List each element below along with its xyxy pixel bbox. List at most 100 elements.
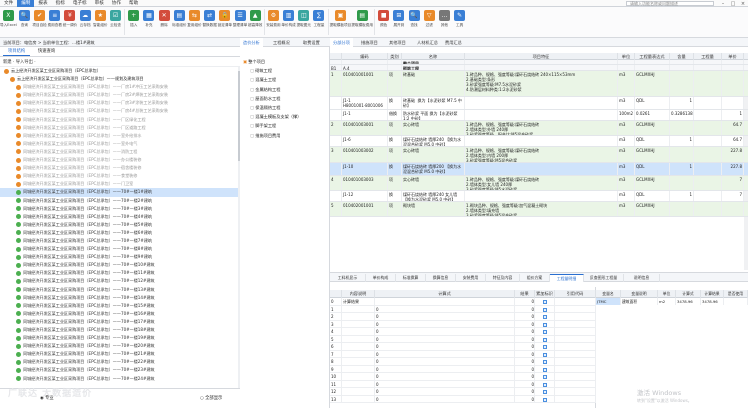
tree-node[interactable]: 同城经济开发区某工业区采购项目（EPC总承包）——门卫室 <box>0 180 238 188</box>
tree-node[interactable]: 同城经济开发区某工业区采购项目（EPC总承包）——70#一楼20#建筑 <box>0 342 238 350</box>
calc-row[interactable]: 3 00 <box>330 320 596 328</box>
tree-node[interactable]: 同城经济开发区某工业区采购项目（EPC总承包）——70#一楼19#建筑 <box>0 334 238 342</box>
calc-cell-formula[interactable]: 0 <box>375 380 515 388</box>
tree-node[interactable]: 同城经济开发区某工业区采购项目（EPC总承包）——厂区道路工程 <box>0 124 238 132</box>
ribbon-button-adjust-price[interactable]: ¥ 统一调价 <box>62 7 77 37</box>
ribbon-button-reuse-price[interactable]: ⇆ 复用组价 <box>187 7 202 37</box>
calc-cell-formula[interactable]: 0 <box>375 350 515 358</box>
calc-cell-desc[interactable] <box>342 373 375 381</box>
tab-quick-query[interactable]: 快速查询 <box>33 48 60 56</box>
ribbon-button-filter[interactable]: ▽ 过滤 <box>422 7 437 37</box>
grid-row[interactable]: J1-1 H8001001·8001006 换砖基础 换为【水泥砂浆 M7.5 中… <box>330 97 748 110</box>
tree-node[interactable]: 同城经济开发区某工业区采购项目（EPC总承包）——70#一楼5#建筑 <box>0 221 238 229</box>
accumulate-checkbox[interactable] <box>535 388 555 396</box>
tree-node[interactable]: 同城经济开发区某工业区采购项目（EPC总承包）——室外电气 <box>0 140 238 148</box>
menu-item[interactable]: 编制 <box>17 0 35 7</box>
accumulate-checkbox[interactable] <box>535 298 555 306</box>
calc-cell-desc[interactable] <box>342 350 375 358</box>
tree-node[interactable]: 同城经济开发区某工业区采购项目（EPC总承包）——70#一楼4#建筑 <box>0 213 238 221</box>
tree-node[interactable]: 同城经济开发区某工业区采购项目（EPC总承包）——70#一楼8#建筑 <box>0 245 238 253</box>
section-item[interactable]: ▢ 措施项目费用 <box>240 131 329 140</box>
calc-row[interactable]: 0 计算结果 0 <box>330 298 596 306</box>
grid-row[interactable]: J1-12 换煤矸石烧结砖 墙厚240 女儿墙 【换为水泥砂浆 M5.0 中砂】 m… <box>330 191 748 202</box>
accumulate-checkbox[interactable] <box>535 395 555 403</box>
section-item[interactable]: ▢ 砌筑工程 <box>240 66 329 75</box>
checkbox-icon[interactable] <box>543 360 547 364</box>
checkbox-icon[interactable] <box>543 337 547 342</box>
menu-item[interactable]: 报表 <box>34 0 51 7</box>
checkbox-icon[interactable] <box>543 330 547 334</box>
radio-show-all[interactable]: ○ 全部显示 <box>200 395 222 401</box>
grid-cell-expr[interactable]: GCLMXHJ <box>635 147 670 162</box>
ribbon-button-check[interactable]: ✔ 项目自检 <box>32 7 47 37</box>
ribbon-button-expand[interactable]: ⊞ 展开到 <box>391 7 406 37</box>
tree-node[interactable]: 同城经济开发区某工业区采购项目（EPC总承包）——宿舍楼装修 <box>0 164 238 172</box>
tree-node[interactable]: 同城经济开发区某工业区采购项目（EPC总承包）——厂房3#涂装工艺采购安装 <box>0 99 238 107</box>
ribbon-button-template-fee[interactable]: ▤ 提取模板费用 <box>351 7 373 37</box>
tree-node[interactable]: 同城经济开发区某工业区采购项目（EPC总承包）——70#一楼2#建筑 <box>0 197 238 205</box>
calc-cell-formula[interactable]: 0 <box>375 358 515 366</box>
accumulate-checkbox[interactable] <box>535 320 555 328</box>
grid-cell-expr[interactable]: QDL <box>635 136 670 146</box>
tree-node[interactable]: 同城经济开发区某工业区采购项目（EPC总承包）——厂房2#焊装工艺采购安装 <box>0 91 238 99</box>
grid-cell-name[interactable]: 砖基础 <box>402 71 465 96</box>
grid-row[interactable]: 3 010401003002 项实心砖墙 1.砖品种、规格、强度等级:煤矸石烧结砖 2… <box>330 147 748 163</box>
tree-node[interactable]: 同城经济开发区某工业区采购项目（EPC总承包）——消防工程 <box>0 148 238 156</box>
ribbon-button-extract[interactable]: ◫ 提取图元 <box>296 7 311 37</box>
tree-node[interactable]: 同城经济开发区某工业区采购项目（EPC总承包）——70#一楼13#建筑 <box>0 286 238 294</box>
grid-row[interactable]: 4 010401003003 项实心砖墙 1.砖品种、规格、强度等级:煤矸石烧结砖 2… <box>330 176 748 191</box>
grid-cell-name[interactable]: 煤矸石烧结砖 墙厚200 【换为水泥混合砂浆 M5.0 中砂】 <box>402 163 465 175</box>
tree-node[interactable]: 同城经济开发区某工业区采购项目（EPC总承包）——厂房4#总装工艺采购安装 <box>0 107 238 115</box>
grid-cell-expr[interactable] <box>635 60 670 64</box>
tree-node[interactable]: 同城经济开发区某工业区采购项目（EPC总承包）——70#一楼21#建筑 <box>0 350 238 358</box>
ribbon-button-high-rise[interactable]: ▲ 超高降效 <box>248 7 263 37</box>
grid-row[interactable]: J1-6 换煤矸石烧结砖 墙厚240 【换为水泥混合砂浆 M5.0 中砂】 m3 QD… <box>330 136 748 147</box>
checkbox-icon[interactable] <box>543 397 547 402</box>
grid-cell-expr[interactable]: GCLMXHJ <box>635 121 670 135</box>
calc-cell-formula[interactable]: 0 <box>375 305 515 313</box>
tab-bottom-3[interactable]: 换算信息 <box>426 274 456 282</box>
ribbon-button-unit-price[interactable]: ▥ 单价构成 <box>281 7 296 37</box>
tree-node[interactable]: 同城经济开发区某工业区采购项目（EPC总承包）——70#一楼17#建筑 <box>0 318 238 326</box>
accumulate-checkbox[interactable] <box>535 365 555 373</box>
ribbon-button-cloud-check[interactable]: ☑ 云检查 <box>108 7 123 37</box>
tab-mid-2[interactable]: 取费设置 <box>300 38 323 47</box>
ribbon-button-more[interactable]: … 其他 <box>437 7 452 37</box>
grid-cell-name[interactable]: 煤矸石烧结砖 墙厚240 【换为水泥混合砂浆 M5.0 中砂】 <box>402 136 465 146</box>
grid-cell-expr[interactable]: QDL <box>635 191 670 201</box>
tab-bottom-5[interactable]: 特征及内容 <box>486 274 520 282</box>
grid-cell-expr[interactable]: GCLMXHJ <box>635 202 670 216</box>
checkbox-icon[interactable] <box>543 352 547 357</box>
calc-cell-formula[interactable]: 0 <box>375 328 515 336</box>
ribbon-button-view[interactable]: ≡ 费用查看 <box>47 7 62 37</box>
calc-row[interactable]: 9 00 <box>330 365 596 373</box>
section-item[interactable]: ▢ 保温隔热工程 <box>240 103 329 112</box>
calc-cell-desc[interactable] <box>342 358 375 366</box>
ribbon-button-cloud[interactable]: ☁ 云存档 <box>78 7 93 37</box>
grid-cell-name[interactable]: 砌筑工程 <box>402 65 465 70</box>
calc-cell-formula[interactable]: 0 <box>375 335 515 343</box>
calc-cell-desc[interactable] <box>342 395 375 403</box>
tree-node[interactable]: 同城经济开发区某工业区采购项目（EPC总承包）——70#一楼23#建筑 <box>0 366 238 374</box>
calc-cell-formula[interactable]: 0 <box>375 365 515 373</box>
grid-cell-name[interactable]: 实心砖墙 <box>402 176 465 190</box>
grid-row[interactable]: 1 010401001001 项砖基础 1.砖品种、规格、强度等级:煤矸石烧结砖 24… <box>330 71 748 97</box>
calc-cell-desc[interactable] <box>342 305 375 313</box>
tree-node[interactable]: 同城经济开发区某工业区采购项目（EPC总承包）——厂区绿化工程 <box>0 116 238 124</box>
tree-node[interactable]: 同城经济开发区某工业区采购项目（EPC总承包）——70#一楼6#建筑 <box>0 229 238 237</box>
calc-cell-desc[interactable] <box>342 365 375 373</box>
accumulate-checkbox[interactable] <box>535 358 555 366</box>
ribbon-button-insert[interactable]: + 插入 <box>126 7 141 37</box>
section-item[interactable]: ▢ 屋面防水工程 <box>240 94 329 103</box>
checkbox-icon[interactable] <box>543 345 547 349</box>
calc-row[interactable]: 13 0 0 <box>330 395 596 403</box>
calc-cell-formula[interactable]: 0 <box>375 395 515 403</box>
ribbon-button-smart-price[interactable]: ★ 智能组价 <box>93 7 108 37</box>
calc-cell-desc[interactable] <box>342 380 375 388</box>
accumulate-checkbox[interactable] <box>535 343 555 351</box>
tree-node[interactable]: 同城经济开发区某工业区采购项目（EPC总承包）——厂房1#冲压工艺采购安装 <box>0 83 238 91</box>
grid-cell-name[interactable]: 实心砖墙 <box>402 147 465 162</box>
ribbon-button-standard-price[interactable]: ▤ 标准组价 <box>172 7 187 37</box>
checkbox-icon[interactable] <box>543 315 547 319</box>
variable-row[interactable]: JTMC 建筑面积 m2 3478.96 3478.96 <box>596 298 748 305</box>
